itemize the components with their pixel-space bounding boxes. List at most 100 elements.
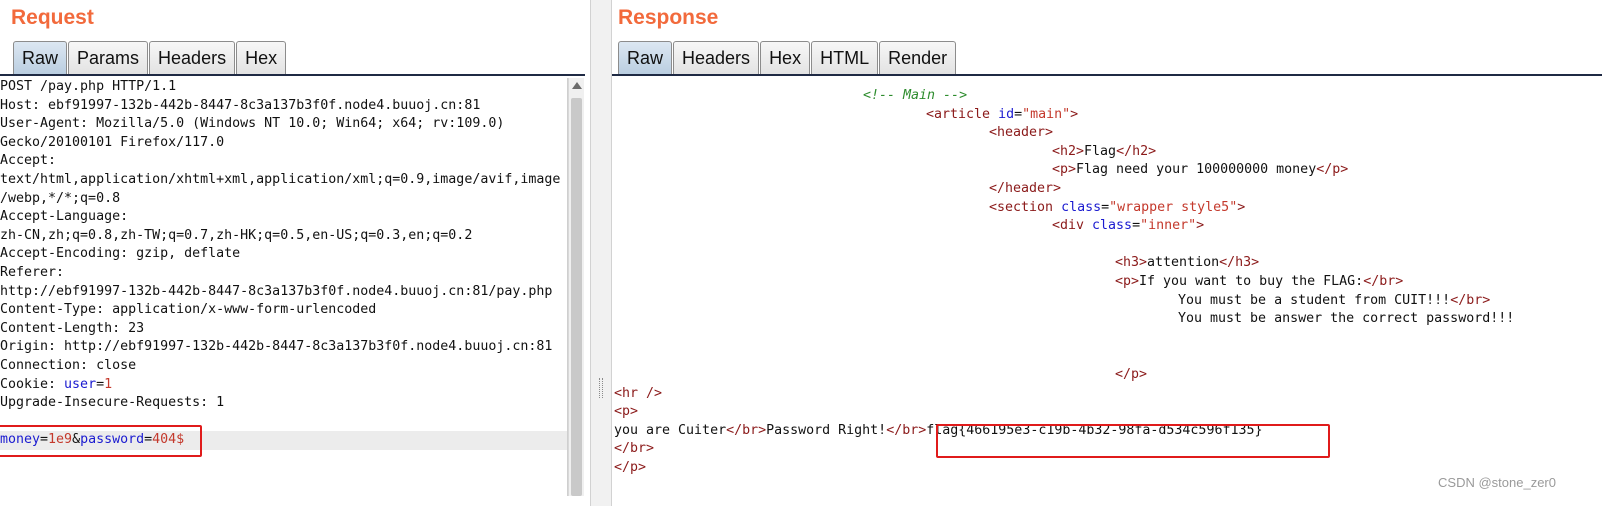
tag: <p>: [1115, 273, 1140, 289]
attr-name: class: [1092, 218, 1133, 234]
request-tab-hex[interactable]: Hex: [236, 41, 287, 75]
request-line: Content-Type: application/x-www-form-url…: [0, 302, 377, 318]
response-tabs: Raw Headers Hex HTML Render: [618, 41, 957, 75]
body-value-money: 1e9: [48, 432, 73, 448]
cookie-value: 1: [104, 376, 113, 392]
tag: </h3>: [1219, 255, 1260, 271]
response-line: <!-- Main -->: [608, 87, 1602, 106]
request-line: text/html,application/xhtml+xml,applicat…: [0, 171, 561, 187]
response-tab-headers[interactable]: Headers: [673, 41, 760, 75]
request-line: zh-CN,zh;q=0.8,zh-TW;q=0.7,zh-HK;q=0.5,e…: [0, 227, 473, 243]
cookie-key: user: [64, 376, 97, 392]
tag: >: [1196, 218, 1205, 234]
tag: <h3>: [1115, 255, 1148, 271]
request-scrollbar[interactable]: [568, 78, 584, 496]
response-editor[interactable]: <!-- Main --> <article id="main"> <heade…: [608, 78, 1602, 496]
body-key-password: password: [80, 432, 145, 448]
request-tab-underline: [0, 74, 585, 76]
response-line: </p>: [608, 366, 1602, 385]
request-tab-raw[interactable]: Raw: [13, 41, 68, 75]
tag: <hr />: [614, 385, 663, 401]
response-line: <h3>attention</h3>: [608, 254, 1602, 273]
response-line: <p>If you want to buy the FLAG:</br>: [608, 273, 1602, 292]
request-body-line[interactable]: money=1e9&password=404$: [0, 431, 567, 450]
response-tab-raw[interactable]: Raw: [618, 41, 673, 75]
request-scroll-thumb[interactable]: [571, 98, 582, 496]
request-tab-params[interactable]: Params: [68, 41, 149, 75]
response-tab-render[interactable]: Render: [879, 41, 957, 75]
attr-value: "wrapper style5": [1109, 199, 1238, 215]
response-title: Response: [618, 6, 719, 29]
tag: </br: [886, 422, 919, 438]
request-line: Origin: http://ebf91997-132b-442b-8447-8…: [0, 339, 553, 355]
request-title: Request: [11, 6, 94, 29]
text: If you want to buy the FLAG:: [1139, 273, 1364, 289]
tag: </br>: [1363, 273, 1404, 289]
cookie-eq: =: [96, 376, 105, 392]
attr-name: id: [998, 106, 1015, 122]
response-line: You must be a student from CUIT!!!</br>: [608, 292, 1602, 311]
request-line: http://ebf91997-132b-442b-8447-8c3a137b3…: [0, 283, 553, 299]
text: attention: [1147, 255, 1220, 271]
attr-name: class: [1061, 199, 1102, 215]
request-editor[interactable]: POST /pay.php HTTP/1.1 Host: ebf91997-13…: [0, 78, 568, 496]
tag: </h2>: [1116, 143, 1157, 159]
response-panel: Response Raw Headers Hex HTML Render <!-…: [612, 0, 1602, 506]
attr-eq: =: [1132, 218, 1141, 234]
attr-value: "inner": [1140, 218, 1197, 234]
request-line: Gecko/20100101 Firefox/117.0: [0, 134, 225, 150]
attr-eq: =: [1014, 106, 1023, 122]
tag: <header>: [989, 125, 1054, 141]
request-tab-headers[interactable]: Headers: [149, 41, 236, 75]
response-line: <header>: [608, 124, 1602, 143]
request-line: Accept-Language:: [0, 209, 129, 225]
request-line: Accept:: [0, 153, 57, 169]
request-line: Content-Length: 23: [0, 320, 145, 336]
scroll-up-arrow-icon[interactable]: [572, 82, 582, 89]
response-line: </br>: [608, 440, 1602, 459]
tag: </p>: [1316, 162, 1349, 178]
flag-text: flag{466195e3-c19b-4b32-98fa-d534c596f13…: [926, 422, 1263, 438]
attr-value: "main": [1022, 106, 1071, 122]
request-line: Upgrade-Insecure-Requests: 1: [0, 395, 225, 411]
tag: <p>: [614, 404, 639, 420]
response-line: <h2>Flag</h2>: [608, 143, 1602, 162]
text: You must be answer the correct password!…: [1178, 311, 1515, 327]
tag: </br>: [614, 441, 655, 457]
body-value-password: 404$: [152, 432, 185, 448]
tag: </br>: [1450, 292, 1491, 308]
response-line: <hr />: [608, 385, 1602, 404]
response-tab-hex[interactable]: Hex: [760, 41, 811, 75]
tag: </header>: [989, 180, 1062, 196]
response-tab-html[interactable]: HTML: [811, 41, 879, 75]
tag: <h2>: [1052, 143, 1085, 159]
splitter-grip-icon[interactable]: [599, 378, 603, 398]
cookie-prefix: Cookie:: [0, 376, 65, 392]
response-line: <article id="main">: [608, 106, 1602, 125]
text: Flag need your 100000000 money: [1076, 162, 1317, 178]
request-line: Accept-Encoding: gzip, deflate: [0, 246, 241, 262]
request-line: Referer:: [0, 264, 65, 280]
tag: <article: [926, 106, 999, 122]
response-line: <p>Flag need your 100000000 money</p>: [608, 161, 1602, 180]
text: You must be a student from CUIT!!!: [1178, 292, 1451, 308]
html-comment: <!-- Main -->: [863, 88, 968, 103]
request-panel: Request Raw Params Headers Hex POST /pay…: [0, 0, 590, 506]
response-blank-line: [608, 236, 1602, 255]
tag: <p>: [1052, 162, 1077, 178]
request-line: Connection: close: [0, 357, 137, 373]
response-line: <section class="wrapper style5">: [608, 199, 1602, 218]
tag: </p>: [614, 459, 647, 475]
text: you are Cuiter: [614, 422, 727, 438]
watermark: CSDN @stone_zer0: [1438, 475, 1556, 490]
body-eq: =: [40, 432, 49, 448]
attr-eq: =: [1101, 199, 1110, 215]
text: Password Right!: [766, 422, 887, 438]
response-blank-line: [608, 347, 1602, 366]
tag: </p>: [1115, 366, 1148, 382]
request-line: POST /pay.php HTTP/1.1: [0, 79, 177, 94]
response-spacer: [608, 78, 1602, 87]
response-line: You must be answer the correct password!…: [608, 310, 1602, 329]
tag: <section: [989, 199, 1062, 215]
